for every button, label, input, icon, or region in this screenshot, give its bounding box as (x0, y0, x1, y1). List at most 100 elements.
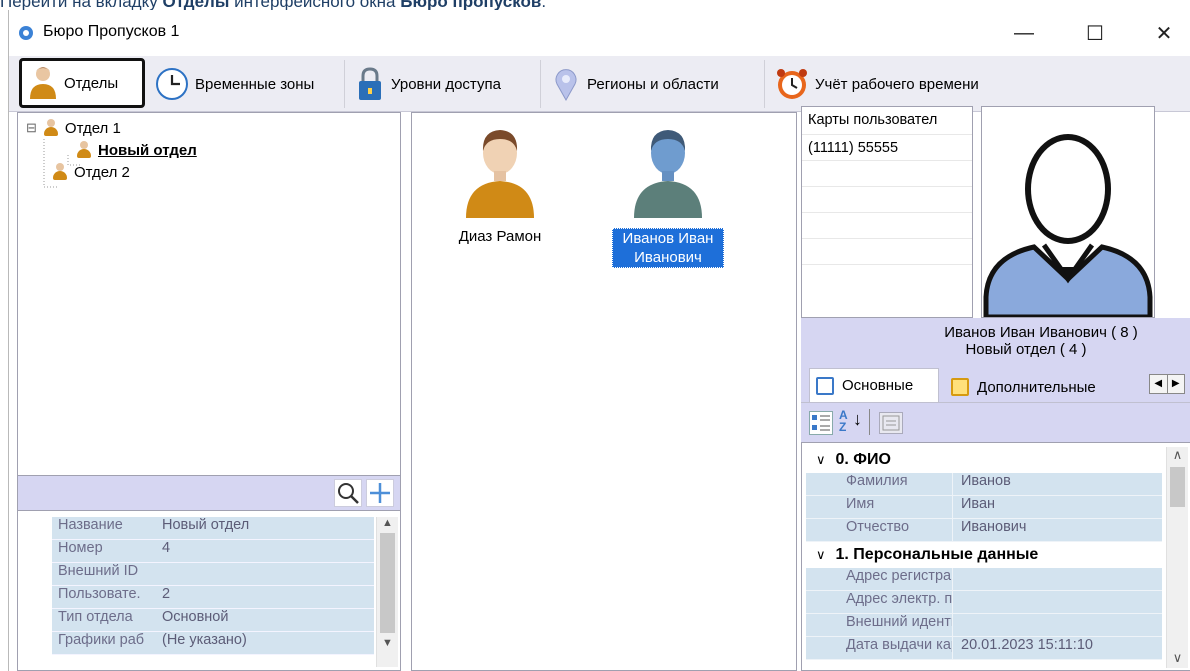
card-empty-row (802, 187, 972, 213)
grid-row-name[interactable]: Имя Иван (806, 496, 1162, 519)
toolbar-separator (869, 409, 870, 435)
cards-header: Карты пользовател (802, 107, 972, 135)
document-caption: Перейти на вкладку Отделы интерфейсного … (0, 0, 1190, 10)
clock-icon (156, 68, 188, 100)
user-card-ivanov[interactable]: Иванов Иван Иванович (608, 123, 728, 268)
property-pages-button[interactable] (879, 412, 903, 434)
expand-chevron-icon[interactable]: ∨ (816, 547, 826, 563)
scroll-thumb[interactable] (380, 533, 395, 633)
grid-key: Адрес регистрац (806, 568, 952, 591)
search-icon (338, 483, 359, 504)
sort-az-icon: AZ (839, 408, 848, 434)
tab-main[interactable]: Основные (809, 368, 939, 402)
grid-value: Иван (952, 496, 1162, 519)
grid-value (952, 591, 1162, 614)
grid-value (952, 614, 1162, 637)
tab-access-levels[interactable]: Уровни доступа (349, 60, 541, 108)
scroll-down-icon[interactable]: ▼ (377, 637, 398, 649)
sort-arrow-icon: ↓ (853, 409, 862, 429)
user-name-selected: Иванов Иван Иванович (612, 228, 724, 268)
grid-key: Отчество (806, 519, 952, 542)
prop-key: Тип отдела (52, 609, 156, 631)
tab-regions[interactable]: Регионы и области (545, 60, 765, 108)
user-silhouette-icon (983, 134, 1153, 320)
tab-label: Уровни доступа (391, 75, 501, 93)
sort-az-button[interactable]: A Z ↓ (839, 409, 865, 437)
property-grid-toolbar: A Z ↓ (801, 402, 1190, 442)
grid-row-patronymic[interactable]: Отчество Иванович (806, 519, 1162, 542)
prop-row-type[interactable]: Тип отдела Основной (52, 609, 374, 632)
prop-row-users[interactable]: Пользовате. 2 (52, 586, 374, 609)
category-title: 1. Персональные данные (835, 546, 1039, 563)
user-avatar-icon (466, 130, 534, 218)
grid-value: Иванов (952, 473, 1162, 496)
tab-extra[interactable]: Дополнительные (947, 372, 1125, 402)
tab-label: Учёт рабочего времени (815, 75, 979, 93)
scroll-right-icon[interactable]: ▶ (1168, 375, 1185, 393)
cards-list: Карты пользовател (11111) 55555 (801, 106, 973, 318)
scroll-up-icon[interactable]: ▲ (377, 517, 398, 529)
card-empty-row (802, 213, 972, 239)
category-fio[interactable]: ∨ 0. ФИО (806, 447, 1162, 473)
grid-row-surname[interactable]: Фамилия Иванов (806, 473, 1162, 496)
grid-row-card-date[interactable]: Дата выдачи кар 20.01.2023 15:11:10 (806, 637, 1162, 660)
grid-row-external-id[interactable]: Внешний идентис (806, 614, 1162, 637)
categorized-button[interactable] (809, 411, 833, 435)
card-item[interactable]: (11111) 55555 (802, 135, 972, 161)
tab-time-tracking[interactable]: Учёт рабочего времени (769, 60, 1017, 108)
prop-value: Новый отдел (156, 517, 374, 539)
prop-value: 2 (156, 586, 374, 608)
prop-row-external-id[interactable]: Внешний ID (52, 563, 374, 586)
department-tree: ⊟ Отдел 1 Новый отдел Отдел 2 (17, 112, 401, 476)
tab-time-zones[interactable]: Временные зоны (149, 60, 345, 108)
minimize-button[interactable]: — (1001, 16, 1047, 50)
prop-row-number[interactable]: Номер 4 (52, 540, 374, 563)
add-department-button[interactable] (366, 479, 394, 507)
department-properties: Название Новый отдел Номер 4 Внешний ID По… (17, 510, 401, 671)
caption-window: Бюро пропусков (400, 0, 542, 10)
expand-chevron-icon[interactable]: ∨ (816, 452, 826, 468)
category-personal[interactable]: ∨ 1. Персональные данные (806, 542, 1162, 568)
user-name-line2: Иванович (634, 249, 702, 266)
user-tabs: Основные Дополнительные ◀ ▶ (801, 366, 1190, 402)
list-icon (951, 378, 969, 396)
user-card-diaz[interactable]: Диаз Рамон (440, 123, 560, 245)
property-grid: ∨ 0. ФИО Фамилия Иванов Имя Иван Отчество И… (801, 442, 1190, 671)
card-empty-row (802, 239, 972, 265)
scroll-up-icon[interactable]: ∧ (1167, 447, 1188, 463)
caption-prefix: Перейти на вкладку (0, 0, 163, 10)
user-summary-department: Новый отдел ( 4 ) (965, 341, 1087, 358)
tab-main-label: Основные (842, 377, 914, 394)
grid-key: Фамилия (806, 473, 952, 496)
grid-row-reg-address[interactable]: Адрес регистрац (806, 568, 1162, 591)
tab-scroll[interactable]: ◀ ▶ (1149, 374, 1185, 394)
search-button[interactable] (334, 479, 362, 507)
card-empty-row (802, 161, 972, 187)
users-panel: Диаз Рамон Иванов Иван Иванович (411, 112, 797, 671)
prop-value: 4 (156, 540, 374, 562)
prop-row-schedules[interactable]: Графики раб (Не указано) (52, 632, 374, 655)
plus-icon (370, 483, 390, 503)
close-button[interactable]: ✕ (1141, 16, 1187, 50)
tab-departments[interactable]: Отделы (19, 58, 145, 108)
caption-middle: интерфейсного окна (229, 0, 401, 10)
user-photo[interactable] (981, 106, 1155, 320)
prop-key: Пользовате. (52, 586, 156, 608)
grid-value: Иванович (952, 519, 1162, 542)
caption-suffix: . (541, 0, 547, 10)
tree-root: ⊟ Отдел 1 Новый отдел Отдел 2 (26, 117, 386, 188)
categorized-icon (812, 415, 830, 431)
grid-key: Дата выдачи кар (806, 637, 952, 660)
property-grid-scrollbar[interactable]: ∧ ∨ (1166, 447, 1188, 668)
prop-row-name[interactable]: Название Новый отдел (52, 517, 374, 540)
grid-key: Адрес электр. по (806, 591, 952, 614)
scroll-left-icon[interactable]: ◀ (1150, 375, 1168, 393)
scroll-thumb[interactable] (1170, 467, 1185, 507)
prop-value: Основной (156, 609, 374, 631)
maximize-button[interactable]: ☐ (1072, 16, 1118, 50)
scroll-down-icon[interactable]: ∨ (1167, 650, 1188, 666)
map-pin-icon (555, 69, 577, 102)
property-list: Название Новый отдел Номер 4 Внешний ID По… (52, 517, 374, 655)
grid-row-email[interactable]: Адрес электр. по (806, 591, 1162, 614)
properties-scrollbar[interactable]: ▲ ▼ (376, 517, 398, 667)
